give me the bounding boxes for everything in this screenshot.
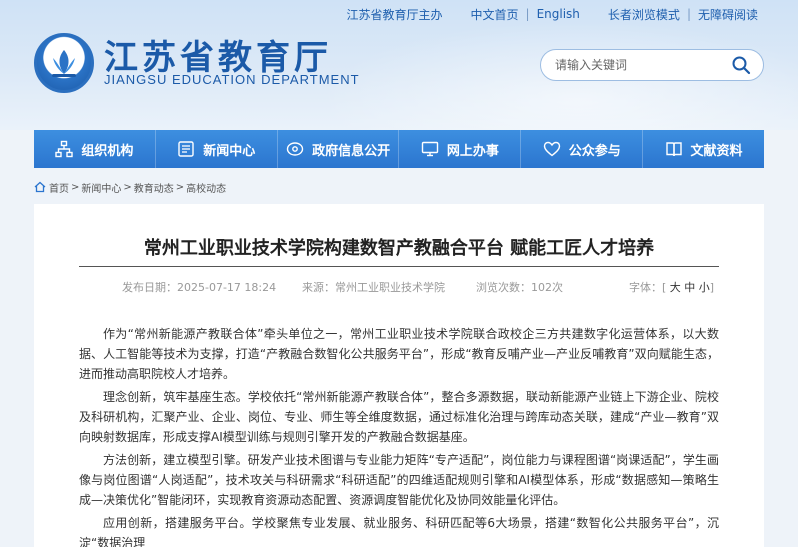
- nav-label: 政府信息公开: [312, 143, 391, 159]
- nav-label: 组织机构: [81, 143, 134, 159]
- breadcrumb: 首页 > 新闻中心 > 教育动态 > 高校动态: [34, 180, 226, 195]
- view-count: 浏览次数：102次: [476, 281, 563, 294]
- home-cn-link[interactable]: 中文首页: [471, 6, 519, 23]
- book-icon: [665, 142, 682, 157]
- title-divider: [79, 266, 719, 267]
- nav-item-online-services[interactable]: 网上办事: [399, 130, 522, 168]
- nav-item-public-participation[interactable]: 公众参与: [521, 130, 644, 168]
- main-nav: 组织机构 新闻中心 政府信息公开 网上办事 公众参与 文献资料: [34, 130, 764, 168]
- elderly-mode-link[interactable]: 长者浏览模式: [608, 6, 680, 23]
- article-paragraph: 理念创新，筑牢基座生态。学校依托“常州新能源产教联合体”，整合多源数据，联动新能…: [79, 390, 719, 444]
- font-small-button[interactable]: 小: [699, 281, 710, 294]
- nav-item-disclosure[interactable]: 政府信息公开: [278, 130, 400, 168]
- host-link[interactable]: 江苏省教育厅主办: [347, 6, 443, 23]
- font-medium-button[interactable]: 中: [684, 281, 695, 294]
- english-link[interactable]: English: [537, 7, 580, 21]
- site-subtitle: JIANGSU EDUCATION DEPARTMENT: [104, 72, 360, 87]
- article-container: 常州工业职业技术学院构建数智产教融合平台 赋能工匠人才培养 发布日期：2025-…: [34, 204, 764, 547]
- breadcrumb-education-news[interactable]: 教育动态: [134, 180, 174, 195]
- article-source: 来源：常州工业职业技术学院: [302, 281, 445, 294]
- article-title: 常州工业职业技术学院构建数智产教融合平台 赋能工匠人才培养: [143, 238, 655, 259]
- search-icon[interactable]: [731, 55, 751, 75]
- nav-label: 网上办事: [446, 143, 499, 159]
- nav-item-organization[interactable]: 组织机构: [34, 130, 156, 168]
- home-icon: [34, 181, 46, 193]
- site-header: 江苏省教育厅主办 中文首页 | English 长者浏览模式 | 无障碍阅读 江…: [0, 0, 798, 130]
- top-links: 江苏省教育厅主办 中文首页 | English 长者浏览模式 | 无障碍阅读: [346, 6, 759, 23]
- breadcrumb-university-news[interactable]: 高校动态: [186, 180, 226, 195]
- publish-date: 发布日期：2025-07-17 18:24: [122, 281, 277, 294]
- nav-label: 公众参与: [568, 143, 621, 159]
- article-paragraph: 作为“常州新能源产教联合体”牵头单位之一，常州工业职业技术学院联合政校企三方共建…: [79, 327, 719, 381]
- search-input[interactable]: [555, 56, 715, 74]
- breadcrumb-news-center[interactable]: 新闻中心: [81, 180, 121, 195]
- article-paragraph: 应用创新，搭建服务平台。学校聚焦专业发展、就业服务、科研匹配等6大场景，搭建“数…: [79, 516, 719, 547]
- department-emblem-icon[interactable]: [34, 33, 94, 93]
- nav-item-documents[interactable]: 文献资料: [643, 130, 764, 168]
- org-chart-icon: [55, 140, 74, 158]
- search-box: [540, 49, 764, 81]
- heart-icon: [543, 141, 560, 157]
- font-size-control: 字体：[ 大 中 小]: [629, 281, 715, 294]
- font-large-button[interactable]: 大: [670, 281, 681, 294]
- font-size-label: 字体：: [629, 281, 662, 294]
- disclosure-icon: [286, 142, 304, 156]
- nav-label: 新闻中心: [203, 143, 256, 159]
- breadcrumb-home[interactable]: 首页: [49, 180, 69, 195]
- nav-item-news[interactable]: 新闻中心: [156, 130, 278, 168]
- nav-label: 文献资料: [690, 143, 743, 159]
- accessible-reading-link[interactable]: 无障碍阅读: [698, 6, 758, 23]
- news-icon: [178, 141, 194, 157]
- article-body: 作为“常州新能源产教联合体”牵头单位之一，常州工业职业技术学院联合政校企三方共建…: [79, 324, 719, 547]
- monitor-icon: [421, 141, 439, 157]
- article-paragraph: 方法创新，建立模型引擎。研发产业技术图谱与专业能力矩阵“专产适配”，岗位能力与课…: [79, 453, 719, 507]
